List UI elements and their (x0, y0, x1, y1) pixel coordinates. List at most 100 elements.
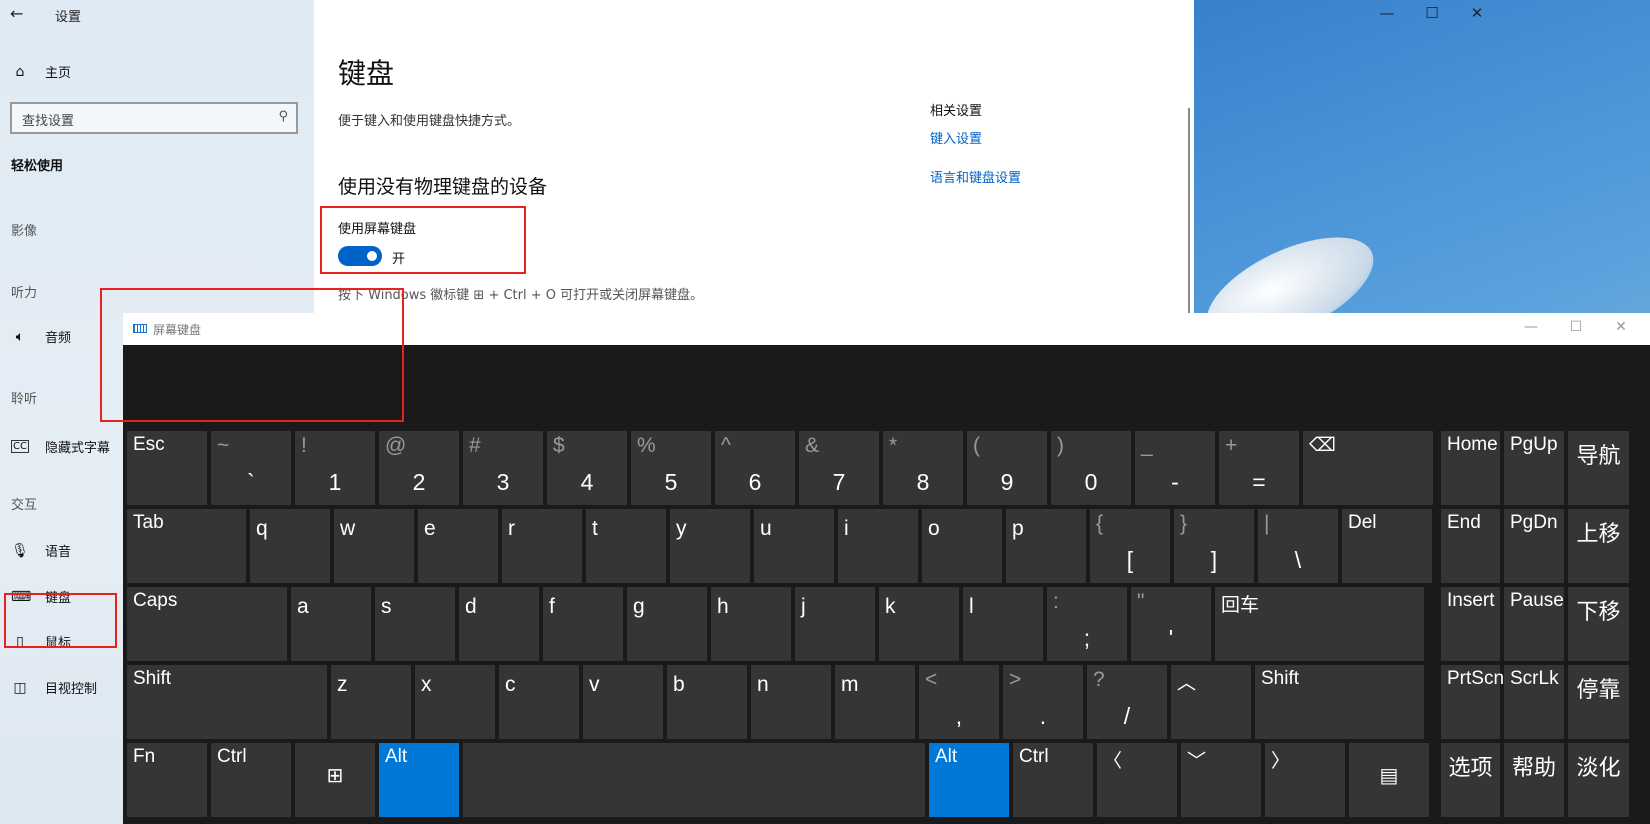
key-r3c6[interactable]: n (751, 665, 831, 739)
key-r2c8[interactable]: k (879, 587, 959, 661)
language-keyboard-settings-link[interactable]: 语言和键盘设置 (930, 167, 1021, 186)
key-r4c5[interactable]: Alt (929, 743, 1009, 817)
key-r1c17[interactable]: 上移 (1568, 509, 1629, 583)
key-r0c14[interactable]: ⌫ (1303, 431, 1433, 505)
key-r1c3[interactable]: e (418, 509, 498, 583)
key-r3c12[interactable]: Shift (1255, 665, 1424, 739)
key-r3c7[interactable]: m (835, 665, 915, 739)
key-r3c3[interactable]: c (499, 665, 579, 739)
key-r3c0[interactable]: Shift (127, 665, 327, 739)
key-r0c12[interactable]: _ - (1135, 431, 1215, 505)
key-r4c7[interactable]: 〈 (1097, 743, 1177, 817)
key-r4c1[interactable]: Ctrl (211, 743, 291, 817)
osk-minimize-button[interactable]: — (1516, 319, 1546, 335)
key-r2c7[interactable]: j (795, 587, 875, 661)
key-r2c1[interactable]: a (291, 587, 371, 661)
key-r0c10[interactable]: (9 (967, 431, 1047, 505)
key-r0c3[interactable]: @2 (379, 431, 459, 505)
key-r3c5[interactable]: b (667, 665, 747, 739)
key-r0c17[interactable]: 导航 (1568, 431, 1629, 505)
key-r0c0[interactable]: Esc (127, 431, 207, 505)
search-icon[interactable]: ⚲ (278, 109, 288, 124)
sidebar-item-captions[interactable]: CC 隐藏式字幕 (0, 437, 110, 456)
key-r4c12[interactable]: 帮助 (1504, 743, 1564, 817)
key-r2c11[interactable]: " ' (1131, 587, 1211, 661)
key-r0c5[interactable]: $4 (547, 431, 627, 505)
key-r2c2[interactable]: s (375, 587, 455, 661)
osk-close-button[interactable]: ✕ (1606, 319, 1636, 335)
key-r4c3[interactable]: Alt (379, 743, 459, 817)
key-r0c8[interactable]: & 7 (799, 431, 879, 505)
typing-settings-link[interactable]: 键入设置 (930, 128, 982, 147)
key-r1c6[interactable]: y (670, 509, 750, 583)
key-r1c11[interactable]: {[ (1090, 509, 1170, 583)
key-r3c1[interactable]: z (331, 665, 411, 739)
key-r3c10[interactable]: ? / (1087, 665, 1167, 739)
key-r0c6[interactable]: % 5 (631, 431, 711, 505)
key-r1c0[interactable]: Tab (127, 509, 246, 583)
minimize-button[interactable]: — (1372, 4, 1402, 22)
maximize-button[interactable]: ☐ (1417, 4, 1447, 22)
key-r1c16[interactable]: PgDn (1504, 509, 1564, 583)
osk-maximize-button[interactable]: ☐ (1561, 319, 1591, 335)
key-r3c9[interactable]: >. (1003, 665, 1083, 739)
close-button[interactable]: ✕ (1462, 4, 1492, 22)
key-r2c0[interactable]: Caps (127, 587, 287, 661)
key-r4c9[interactable]: 〉 (1265, 743, 1345, 817)
scrollbar[interactable] (1188, 108, 1190, 313)
key-r3c13[interactable]: PrtScn (1441, 665, 1504, 739)
key-r1c14[interactable]: Del (1342, 509, 1432, 583)
key-space[interactable] (463, 743, 925, 817)
sidebar-item-eye-control[interactable]: ◫ 目视控制 (0, 678, 97, 698)
sidebar-item-audio[interactable]: 🔈︎ 音频 (0, 327, 71, 347)
key-r0c11[interactable]: ) 0 (1051, 431, 1131, 505)
back-arrow-icon[interactable]: ← (10, 4, 23, 23)
key-r0c9[interactable]: * 8 (883, 431, 963, 505)
key-r1c12[interactable]: }] (1174, 509, 1254, 583)
section-vision: 影像 (11, 224, 38, 239)
key-r2c12[interactable]: 回车 (1215, 587, 1424, 661)
key-r2c15[interactable]: 下移 (1568, 587, 1629, 661)
key-r2c14[interactable]: Pause (1504, 587, 1564, 661)
key-r1c1[interactable]: q (250, 509, 330, 583)
key-r1c7[interactable]: u (754, 509, 834, 583)
key-r1c5[interactable]: t (586, 509, 666, 583)
key-r4c0[interactable]: Fn (127, 743, 207, 817)
key-r3c4[interactable]: v (583, 665, 663, 739)
key-r1c15[interactable]: End (1441, 509, 1500, 583)
key-r2c5[interactable]: g (627, 587, 707, 661)
key-r4c11[interactable]: 选项 (1441, 743, 1500, 817)
key-r1c10[interactable]: p (1006, 509, 1086, 583)
key-r2c6[interactable]: h (711, 587, 791, 661)
key-r3c8[interactable]: <, (919, 665, 999, 739)
key-r4c10[interactable]: ▤ (1349, 743, 1429, 817)
key-r0c2[interactable]: ! 1 (295, 431, 375, 505)
key-r2c13[interactable]: Insert (1441, 587, 1500, 661)
key-r1c4[interactable]: r (502, 509, 582, 583)
key-r0c1[interactable]: ~ ` (211, 431, 291, 505)
search-input[interactable]: 查找设置 ⚲ (10, 102, 298, 134)
key-r4c6[interactable]: Ctrl (1013, 743, 1093, 817)
nav-home[interactable]: ⌂ 主页 (0, 62, 71, 82)
key-r0c13[interactable]: + = (1219, 431, 1299, 505)
key-r1c13[interactable]: | \ (1258, 509, 1338, 583)
key-r3c11[interactable]: ︿ (1171, 665, 1251, 739)
key-r3c2[interactable]: x (415, 665, 495, 739)
key-r3c15[interactable]: 停靠 (1568, 665, 1629, 739)
key-r0c4[interactable]: #3 (463, 431, 543, 505)
key-r3c14[interactable]: ScrLk (1504, 665, 1564, 739)
key-r2c4[interactable]: f (543, 587, 623, 661)
key-r0c7[interactable]: ^ 6 (715, 431, 795, 505)
key-r1c2[interactable]: w (334, 509, 414, 583)
key-r1c8[interactable]: i (838, 509, 918, 583)
key-r0c15[interactable]: Home (1441, 431, 1500, 505)
key-r0c16[interactable]: PgUp (1504, 431, 1564, 505)
key-r1c9[interactable]: o (922, 509, 1002, 583)
key-r4c13[interactable]: 淡化 (1568, 743, 1629, 817)
key-r2c10[interactable]: :; (1047, 587, 1127, 661)
key-r2c3[interactable]: d (459, 587, 539, 661)
key-r4c2[interactable]: ⊞ (295, 743, 375, 817)
sidebar-item-speech[interactable]: 🎙︎ 语音 (0, 541, 71, 561)
key-r4c8[interactable]: ﹀ (1181, 743, 1261, 817)
key-r2c9[interactable]: l (963, 587, 1043, 661)
